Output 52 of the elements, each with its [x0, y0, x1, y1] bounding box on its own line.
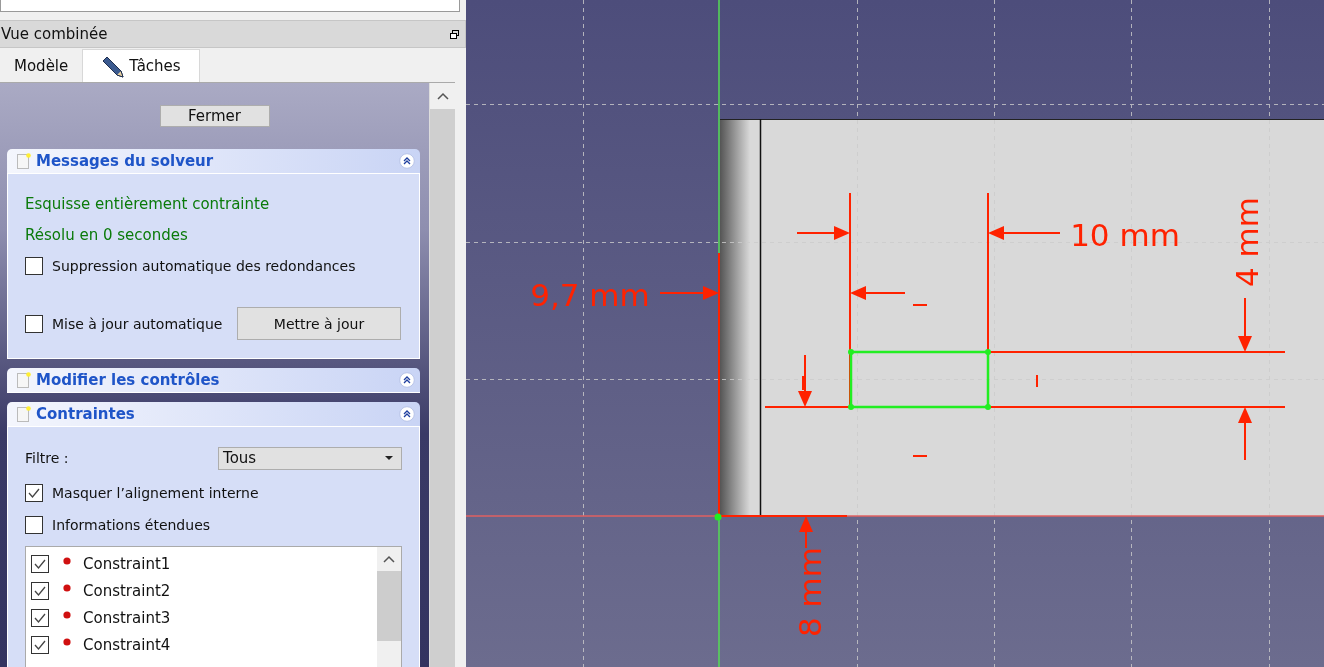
- note-icon: [17, 372, 31, 388]
- checkbox-label: Masquer l’alignement interne: [52, 485, 259, 501]
- note-icon: [17, 406, 31, 422]
- constraint-name[interactable]: Constraint4: [83, 635, 171, 654]
- note-icon: [17, 153, 31, 169]
- section-header[interactable]: Contraintes: [7, 402, 421, 427]
- filter-dropdown[interactable]: Tous: [218, 446, 403, 470]
- section-header[interactable]: Modifier les contrôles: [7, 368, 421, 393]
- section-title: Modifier les contrôles: [36, 371, 221, 389]
- dropdown-arrow-icon: [385, 456, 394, 460]
- close-button[interactable]: Fermer: [159, 105, 270, 127]
- scrollbar[interactable]: [429, 83, 455, 667]
- dimension-arrow-drawing[interactable]: [796, 226, 1061, 300]
- dimension-arrow-drawing[interactable]: [1238, 297, 1252, 461]
- solver-message: Esquisse entièrement contrainte: [25, 193, 271, 215]
- constraint-name[interactable]: Constraint3: [83, 608, 171, 627]
- input-field[interactable]: [0, 0, 460, 12]
- checkbox[interactable]: [25, 484, 43, 502]
- scroll-up-icon[interactable]: [436, 92, 449, 100]
- solver-message: Résolu en 0 secondes: [25, 224, 189, 246]
- constraint-dot-icon: [63, 610, 71, 619]
- scroll-thumb[interactable]: [377, 571, 402, 641]
- dimension-arrow-drawing[interactable]: [798, 354, 813, 549]
- constraint-dot-icon: [63, 556, 71, 565]
- section-title: Messages du solveur: [36, 152, 215, 170]
- checkbox[interactable]: [25, 256, 43, 275]
- checkbox[interactable]: [31, 635, 49, 654]
- pencil-icon: [103, 54, 126, 78]
- constraint-name[interactable]: Constraint2: [83, 581, 171, 600]
- constraint-name[interactable]: Constraint1: [83, 554, 171, 573]
- section-title: Contraintes: [36, 405, 136, 423]
- checkbox-label: Informations étendues: [52, 517, 211, 533]
- checkbox-label: Mise à jour automatique: [52, 315, 224, 332]
- constraint-dot-icon: [63, 637, 71, 646]
- checkbox[interactable]: [25, 516, 43, 534]
- float-window-icon[interactable]: [450, 29, 459, 39]
- panel-title: Vue combinée: [1, 25, 108, 43]
- collapse-icon[interactable]: [399, 372, 416, 388]
- origin-point[interactable]: [714, 513, 722, 521]
- checkbox[interactable]: [31, 581, 49, 600]
- constraint-dot-icon: [63, 583, 71, 592]
- section-header[interactable]: Messages du solveur: [7, 149, 421, 174]
- tab[interactable]: Tâches: [82, 49, 200, 82]
- scroll-up-icon[interactable]: [383, 555, 396, 563]
- filter-label: Filtre :: [25, 450, 69, 466]
- checkbox[interactable]: [31, 608, 49, 627]
- collapse-icon[interactable]: [399, 153, 416, 169]
- update-button[interactable]: Mettre à jour: [237, 307, 401, 340]
- checkbox-label: Suppression automatique des redondances: [52, 257, 356, 274]
- collapse-icon[interactable]: [399, 406, 416, 422]
- checkbox[interactable]: [25, 314, 43, 333]
- checkbox[interactable]: [31, 554, 49, 573]
